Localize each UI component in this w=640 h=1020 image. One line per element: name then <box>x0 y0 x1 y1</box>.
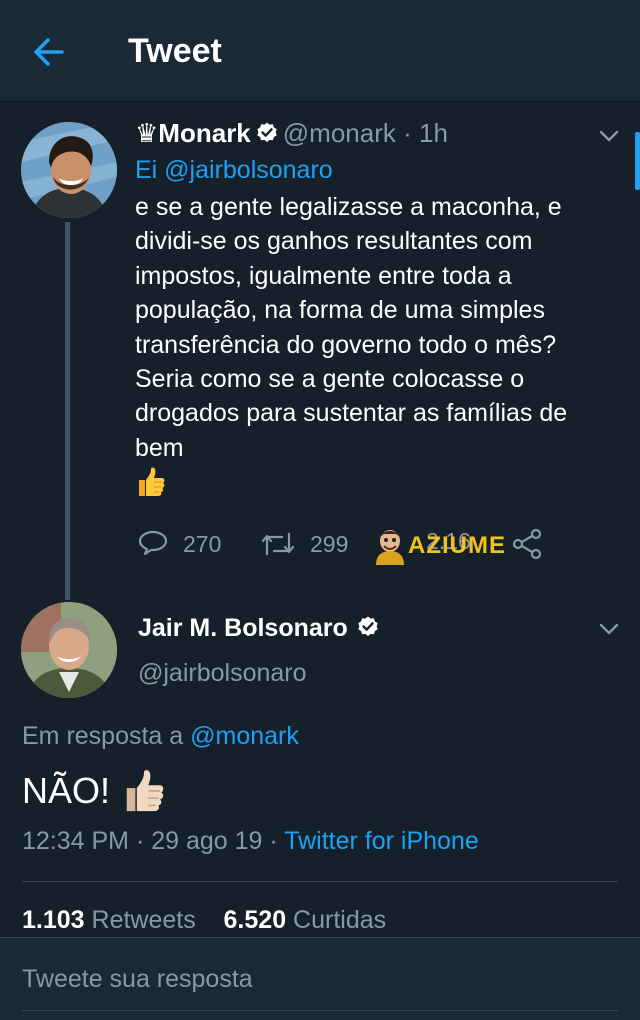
divider <box>22 881 618 882</box>
reply-input-underline <box>22 1010 618 1011</box>
thumbs-up-emoji-icon <box>139 467 165 496</box>
likes-label: Curtidas <box>286 906 387 934</box>
tweet1-handle[interactable]: @monark <box>283 118 396 148</box>
retweet-action[interactable]: 299 <box>260 528 348 560</box>
scrollbar[interactable] <box>635 132 640 190</box>
tweet2-author-name-text: Jair M. Bolsonaro <box>138 614 348 642</box>
retweet-icon <box>261 532 295 556</box>
verified-badge-icon <box>358 616 378 636</box>
reply-action[interactable]: 270 <box>137 528 221 560</box>
share-icon <box>512 528 542 560</box>
tweet1-chevron-down-icon[interactable] <box>597 124 621 148</box>
tweet2-author-name[interactable]: Jair M. Bolsonaro <box>138 614 384 643</box>
tweet2-text: NÃO! <box>22 770 111 811</box>
aziume-watermark: AZIUME <box>372 526 506 566</box>
page-title: Tweet <box>128 32 222 70</box>
top-bar: Tweet <box>0 0 640 102</box>
retweets-label: Retweets <box>84 906 196 934</box>
reply-icon <box>138 530 168 556</box>
watermark-mascot-icon <box>376 530 404 565</box>
watermark-text: AZIUME <box>408 532 506 559</box>
reply-count: 270 <box>183 530 222 557</box>
retweet-count: 299 <box>310 530 349 557</box>
reply-input[interactable]: Tweete sua resposta <box>22 965 253 994</box>
tweet2-meta: 12:34 PM · 29 ago 19 · Twitter for iPhon… <box>22 827 479 856</box>
tweet1-author-name[interactable]: ♛Monark <box>135 118 251 148</box>
tweet1-mention-link[interactable]: Ei @jairbolsonaro <box>135 156 333 185</box>
likes-stat[interactable]: 6.520 Curtidas <box>224 906 387 934</box>
avatar-bolsonaro[interactable] <box>21 602 117 698</box>
avatar-monark[interactable] <box>21 122 117 218</box>
tweet1-time: · 1h <box>403 118 448 148</box>
share-action[interactable] <box>510 528 558 560</box>
reply-bar: Tweete sua resposta <box>0 937 640 1020</box>
tweet2-text-row: NÃO! <box>22 768 166 814</box>
tweet2-chevron-down-icon[interactable] <box>597 617 621 641</box>
tweet1-action-bar: 270 299 2.16 <box>0 528 640 564</box>
back-arrow-icon[interactable] <box>30 34 66 70</box>
reply-prefix: Em resposta a <box>22 722 191 750</box>
likes-count: 6.520 <box>223 906 287 934</box>
tweet2-source-link[interactable]: Twitter for iPhone <box>284 827 479 855</box>
tweet2-handle[interactable]: @jairbolsonaro <box>138 659 307 688</box>
retweets-stat[interactable]: 1.103 Retweets <box>22 906 196 934</box>
reply-to-mention-link[interactable]: @monark <box>190 722 299 750</box>
tweet2-stats: 1.103 Retweets 6.520 Curtidas <box>22 906 386 935</box>
tweet1-header: ♛Monark @monark · 1h <box>135 118 448 149</box>
thumbs-up-light-emoji-icon <box>126 770 164 812</box>
tweet1-text: e se a gente legalizasse a maconha, e di… <box>135 193 568 462</box>
tweet2-timestamp: 12:34 PM · 29 ago 19 · <box>22 827 285 855</box>
retweets-count: 1.103 <box>22 906 85 934</box>
replying-to: Em resposta a @monark <box>22 722 299 751</box>
verified-badge-icon <box>257 122 277 142</box>
